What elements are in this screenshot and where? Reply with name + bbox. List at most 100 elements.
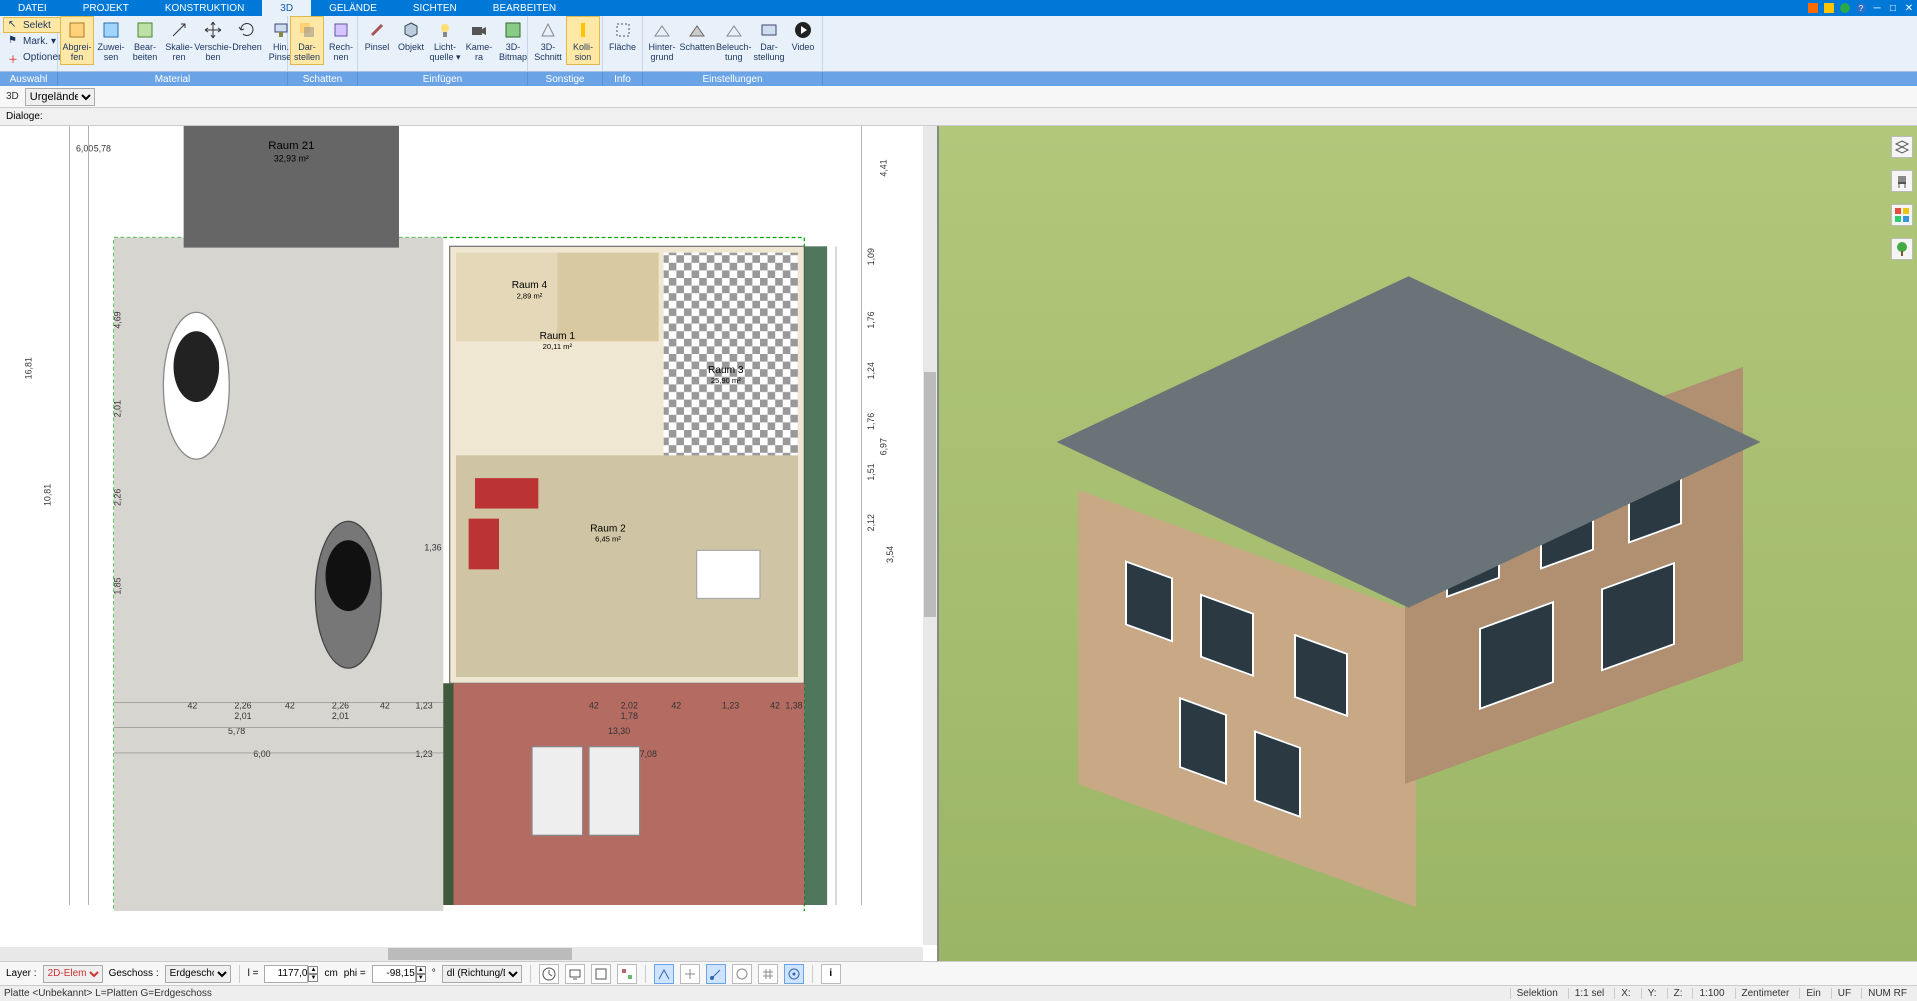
- objekt-button[interactable]: Objekt: [394, 16, 428, 55]
- drehen-button[interactable]: Drehen: [230, 16, 264, 55]
- svg-text:25,90 m²: 25,90 m²: [711, 376, 741, 385]
- hintergrund-button[interactable]: Hinter- grund: [645, 16, 679, 65]
- darstellen-button[interactable]: Dar- stellen: [290, 16, 324, 65]
- menu-tab-sichten[interactable]: SICHTEN: [395, 0, 475, 16]
- scrollbar-vertical[interactable]: [923, 126, 937, 945]
- phi-input[interactable]: [372, 965, 416, 983]
- video-button[interactable]: Video: [786, 16, 820, 55]
- calculate-icon: [330, 19, 352, 41]
- terrain-select[interactable]: Urgelände: [25, 88, 95, 106]
- 3d-schnitt-button[interactable]: 3D- Schnitt: [530, 16, 566, 65]
- snap-btn-1[interactable]: [654, 964, 674, 984]
- phi-spinner[interactable]: ▲▼: [416, 966, 426, 982]
- bottom-toolbar: Layer : 2D-Elemen Geschoss : Erdgeschos …: [0, 961, 1917, 985]
- dialogs-strip: Dialoge:: [0, 108, 1917, 126]
- ribbon-group-material: Abgrei- fen Zuwei- sen Bear- beiten Skal…: [58, 16, 288, 71]
- sub-toolbar: 3D Urgelände: [0, 86, 1917, 108]
- 3d-bitmap-button[interactable]: 3D- Bitmap: [496, 16, 530, 65]
- scrollbar-horizontal[interactable]: [0, 947, 923, 961]
- window-minimize[interactable]: ─: [1869, 0, 1885, 16]
- title-icon-1[interactable]: [1805, 0, 1821, 16]
- collision-icon: [572, 19, 594, 41]
- status-unit: Zentimeter: [1735, 988, 1796, 999]
- group-label-einfuegen: Einfügen: [358, 72, 528, 86]
- title-icon-2[interactable]: [1821, 0, 1837, 16]
- tree-icon[interactable]: [1891, 238, 1913, 260]
- light-icon: [434, 19, 456, 41]
- shadow-show-icon: [296, 19, 318, 41]
- view-3d[interactable]: [939, 126, 1917, 961]
- pinsel-button[interactable]: Pinsel: [360, 16, 394, 55]
- verschieben-button[interactable]: Verschie- ben: [196, 16, 230, 65]
- group-label-schatten: Schatten: [288, 72, 358, 86]
- l-input[interactable]: [264, 965, 308, 983]
- menu-tab-gelaende[interactable]: GELÄNDE: [311, 0, 395, 16]
- svg-text:20,11 m²: 20,11 m²: [543, 342, 573, 351]
- tool-btn-3[interactable]: [591, 964, 611, 984]
- kamera-button[interactable]: Kame- ra: [462, 16, 496, 65]
- svg-text:2,01: 2,01: [332, 711, 349, 721]
- menu-tab-konstruktion[interactable]: KONSTRUKTION: [147, 0, 262, 16]
- flaeche-button[interactable]: Fläche: [605, 16, 640, 55]
- ribbon-group-auswahl: ↖Selekt ⚑Mark.▾ ＋Optionen: [0, 16, 58, 71]
- layer-select[interactable]: 2D-Elemen: [43, 965, 103, 983]
- info-icon[interactable]: i: [821, 964, 841, 984]
- object-icon: [400, 19, 422, 41]
- layers-icon[interactable]: [1891, 136, 1913, 158]
- menu-tab-bearbeiten[interactable]: BEARBEITEN: [475, 0, 574, 16]
- bearbeiten-button[interactable]: Bear- beiten: [128, 16, 162, 65]
- section-icon: [537, 19, 559, 41]
- menu-tab-datei[interactable]: DATEI: [0, 0, 65, 16]
- window-close[interactable]: ✕: [1901, 0, 1917, 16]
- view-2d[interactable]: Raum 21 32,93 m² Raum 4 2,89 m² Raum 1: [0, 126, 939, 961]
- title-icon-3[interactable]: [1837, 0, 1853, 16]
- display-icon: [758, 19, 780, 41]
- tool-btn-4[interactable]: [617, 964, 637, 984]
- abgreifen-button[interactable]: Abgrei- fen: [60, 16, 94, 65]
- l-spinner[interactable]: ▲▼: [308, 966, 318, 982]
- zuweisen-button[interactable]: Zuwei- sen: [94, 16, 128, 65]
- mode-label: 3D: [6, 91, 19, 102]
- skalieren-button[interactable]: Skalie- ren: [162, 16, 196, 65]
- chair-icon[interactable]: [1891, 170, 1913, 192]
- paint-icon: [366, 19, 388, 41]
- status-y: Y:: [1641, 988, 1663, 999]
- svg-text:2,01: 2,01: [234, 711, 251, 721]
- darstellung-button[interactable]: Dar- stellung: [752, 16, 786, 65]
- snap-btn-3[interactable]: [706, 964, 726, 984]
- rechnen-button[interactable]: Rech- nen: [324, 16, 358, 65]
- snap-btn-4[interactable]: [732, 964, 752, 984]
- beleuchtung-button[interactable]: Beleuch- tung: [716, 16, 753, 65]
- snap-btn-6[interactable]: [784, 964, 804, 984]
- ribbon-group-schatten: Dar- stellen Rech- nen: [288, 16, 358, 71]
- menu-tab-3d[interactable]: 3D: [262, 0, 311, 16]
- kollision-button[interactable]: Kolli- sion: [566, 16, 600, 65]
- edit-icon: [134, 19, 156, 41]
- shadow-settings-icon: [686, 19, 708, 41]
- angle-mode-select[interactable]: dl (Richtung/Di: [442, 965, 522, 983]
- help-icon[interactable]: ?: [1853, 0, 1869, 16]
- geschoss-select[interactable]: Erdgeschos: [165, 965, 231, 983]
- lichtquelle-button[interactable]: Licht- quelle ▾: [428, 16, 462, 65]
- grid-icon[interactable]: [758, 964, 778, 984]
- svg-text:6,97: 6,97: [879, 438, 889, 455]
- area-icon: [612, 19, 634, 41]
- app-root: DATEI PROJEKT KONSTRUKTION 3D GELÄNDE SI…: [0, 0, 1917, 1001]
- svg-text:4,69: 4,69: [112, 311, 122, 328]
- ribbon-group-info: Fläche: [603, 16, 643, 71]
- menu-tab-projekt[interactable]: PROJEKT: [65, 0, 147, 16]
- schatten-settings-button[interactable]: Schatten: [679, 16, 716, 55]
- svg-text:1,09: 1,09: [866, 248, 876, 265]
- layer-label: Layer :: [6, 968, 37, 979]
- svg-text:6,00: 6,00: [253, 749, 270, 759]
- snap-btn-2[interactable]: [680, 964, 700, 984]
- workspace: Raum 21 32,93 m² Raum 4 2,89 m² Raum 1: [0, 126, 1917, 961]
- svg-text:2,89 m²: 2,89 m²: [517, 291, 543, 300]
- monitor-icon[interactable]: [565, 964, 585, 984]
- status-numrf: NUM RF: [1861, 988, 1913, 999]
- color-palette-icon[interactable]: [1891, 204, 1913, 226]
- svg-text:1,78: 1,78: [621, 711, 638, 721]
- window-restore[interactable]: □: [1885, 0, 1901, 16]
- status-z: Z:: [1667, 988, 1689, 999]
- clock-icon[interactable]: [539, 964, 559, 984]
